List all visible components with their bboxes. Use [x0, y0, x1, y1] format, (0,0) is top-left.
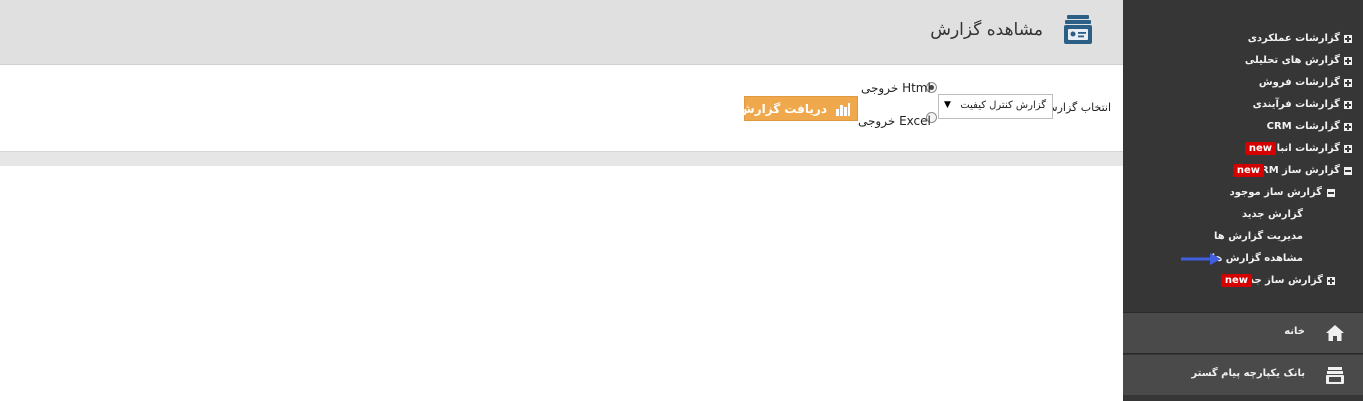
expand-plus-icon[interactable] [1344, 101, 1352, 109]
page-header: مشاهده گزارش [0, 0, 1123, 65]
sidebar: گزارشات عملکردی گزارش های تحلیلی گزارشات… [1123, 0, 1363, 401]
bank-label: بانک یکپارچه پیام گستر [1191, 368, 1305, 379]
sidebar-item-warehouse-reports[interactable]: گزارشات انبار new [1148, 139, 1358, 159]
sidebar-item-label: گزارشات فروش [1258, 77, 1340, 88]
page-title: مشاهده گزارش [930, 20, 1043, 40]
sidebar-item-label: گزارشات فرآیندی [1252, 99, 1340, 110]
collapse-minus-icon[interactable] [1327, 189, 1335, 197]
get-report-button-label: دریافت گزارش [738, 102, 827, 116]
new-badge: new [1232, 164, 1264, 177]
sidebar-item-sales-reports[interactable]: گزارشات فروش [1148, 73, 1358, 93]
sidebar-item-crm-report-builder[interactable]: گزارش ساز CRM new [1148, 161, 1358, 181]
sidebar-subitem-new-report[interactable]: گزارش جدید [1148, 205, 1348, 225]
sidebar-item-label: گزارش ساز CRM [1253, 165, 1340, 176]
sidebar-subitem-existing-builder[interactable]: گزارش ساز موجود [1148, 183, 1348, 203]
sidebar-item-label: گزارشات انبار [1270, 143, 1340, 154]
expand-plus-icon[interactable] [1344, 123, 1352, 131]
sidebar-item-label: مشاهده گزارش ها [1211, 253, 1303, 264]
expand-plus-icon[interactable] [1344, 57, 1352, 65]
bar-chart-icon [836, 103, 850, 116]
collapse-minus-icon[interactable] [1344, 167, 1352, 175]
sidebar-item-label: مدیریت گزارش ها [1214, 231, 1303, 242]
sidebar-subitem-new-builder[interactable]: گزارش ساز جدید new [1148, 271, 1358, 291]
sidebar-item-label: گزارشات CRM [1266, 121, 1340, 132]
sidebar-item-performance-reports[interactable]: گزارشات عملکردی [1148, 29, 1358, 49]
sidebar-home[interactable]: خانه [1123, 313, 1363, 353]
expand-plus-icon[interactable] [1344, 79, 1352, 87]
report-form: انتخاب گزارش گزارش کنترل کیفیت ▼ خروجی H… [0, 66, 1123, 152]
get-report-button[interactable]: دریافت گزارش [738, 96, 858, 121]
sidebar-item-label: گزارش جدید [1241, 209, 1303, 220]
app-window: مشاهده گزارش انتخاب گزارش گزارش کنترل کی… [0, 0, 1363, 401]
new-badge: new [1244, 142, 1276, 155]
new-badge: new [1220, 274, 1252, 287]
report-view-icon [1064, 15, 1092, 44]
radio-html-label: خروجی Html [861, 81, 931, 95]
sidebar-subitem-manage-reports[interactable]: مدیریت گزارش ها [1148, 227, 1348, 247]
expand-plus-icon[interactable] [1327, 277, 1335, 285]
expand-plus-icon[interactable] [1344, 35, 1352, 43]
sidebar-item-label: گزارشات عملکردی [1247, 33, 1340, 44]
bank-icon [1326, 367, 1344, 384]
sidebar-item-label: گزارش ساز موجود [1229, 187, 1322, 198]
sidebar-bank[interactable]: بانک یکپارچه پیام گستر [1123, 355, 1363, 395]
sidebar-item-crm-reports[interactable]: گزارشات CRM [1148, 117, 1358, 137]
sidebar-subitem-view-reports[interactable]: مشاهده گزارش ها [1148, 249, 1348, 269]
home-icon [1326, 325, 1344, 341]
report-select-value: گزارش کنترل کیفیت [960, 100, 1046, 111]
sidebar-separator [1123, 353, 1363, 354]
dropdown-arrow-icon: ▼ [944, 100, 951, 110]
radio-excel-label: خروجی Excel [858, 114, 931, 128]
report-select-label: انتخاب گزارش [1044, 101, 1111, 114]
sidebar-item-label: گزارش های تحلیلی [1244, 55, 1340, 66]
arrow-right-icon [1181, 253, 1221, 265]
sidebar-item-analytical-reports[interactable]: گزارش های تحلیلی [1148, 51, 1358, 71]
home-label: خانه [1284, 326, 1305, 337]
content-divider [0, 151, 1123, 166]
sidebar-item-process-reports[interactable]: گزارشات فرآیندی [1148, 95, 1358, 115]
expand-plus-icon[interactable] [1344, 145, 1352, 153]
report-select[interactable]: گزارش کنترل کیفیت ▼ [938, 94, 1053, 119]
